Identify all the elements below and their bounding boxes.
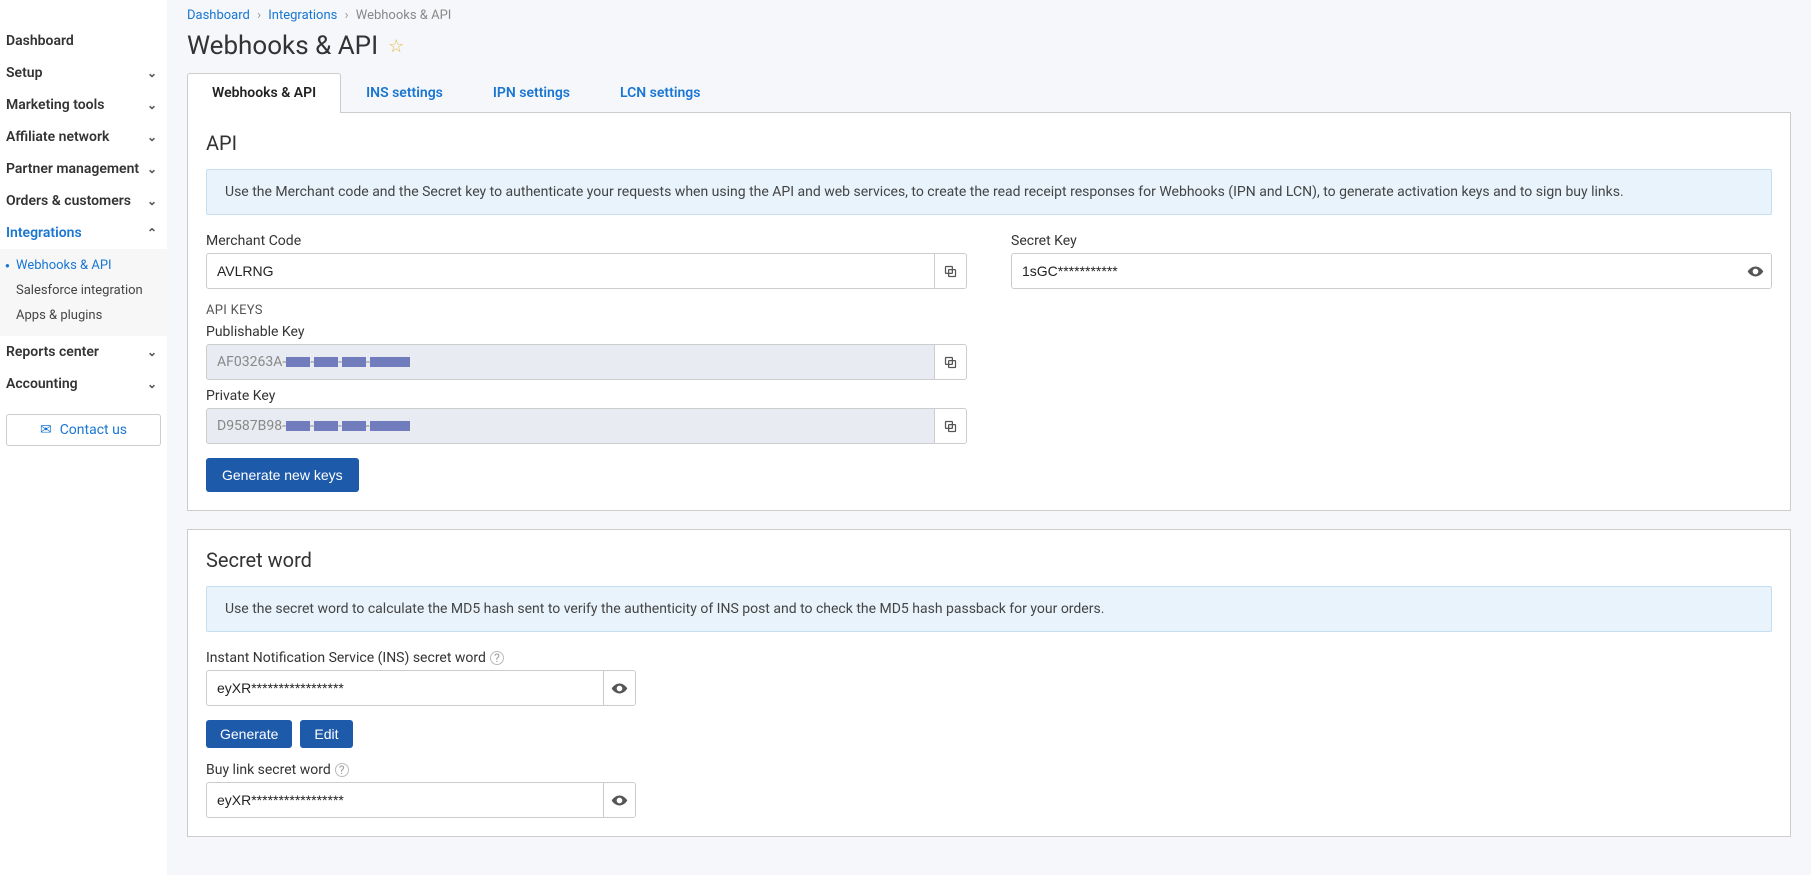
chevron-down-icon: ⌄	[147, 66, 157, 80]
secret-word-section: Secret word Use the secret word to calcu…	[187, 529, 1791, 837]
secret-key-label: Secret Key	[1011, 233, 1772, 249]
sidebar-item-marketing[interactable]: Marketing tools ⌄	[0, 89, 167, 121]
breadcrumb-current: Webhooks & API	[356, 8, 452, 23]
sidebar-subitem-apps[interactable]: Apps & plugins	[0, 303, 167, 328]
breadcrumb-sep: ›	[257, 8, 261, 23]
merchant-code-label: Merchant Code	[206, 233, 967, 249]
eye-icon[interactable]	[1739, 254, 1771, 288]
eye-icon[interactable]	[603, 783, 635, 817]
merchant-code-field	[206, 253, 967, 289]
ins-secret-word-label: Instant Notification Service (INS) secre…	[206, 650, 1772, 666]
ins-secret-word-input[interactable]	[207, 671, 603, 705]
generate-new-keys-button[interactable]: Generate new keys	[206, 458, 359, 492]
api-keys-heading: API KEYS	[206, 303, 967, 318]
publishable-key-label: Publishable Key	[206, 324, 967, 340]
publishable-key-value: AF03263A----	[207, 345, 934, 379]
api-heading: API	[206, 131, 1772, 155]
sidebar-item-label: Setup	[6, 65, 42, 81]
copy-icon[interactable]	[934, 254, 966, 288]
sidebar-item-integrations[interactable]: Integrations ⌃	[0, 217, 167, 249]
copy-icon[interactable]	[934, 345, 966, 379]
mail-icon: ✉	[40, 422, 52, 438]
contact-us-button[interactable]: ✉ Contact us	[6, 414, 161, 446]
sidebar-item-label: Partner management	[6, 161, 139, 177]
secret-key-field	[1011, 253, 1772, 289]
sidebar-item-label: Reports center	[6, 344, 99, 360]
sidebar-item-label: Marketing tools	[6, 97, 104, 113]
chevron-down-icon: ⌄	[147, 194, 157, 208]
publishable-key-field: AF03263A----	[206, 344, 967, 380]
page-title-text: Webhooks & API	[187, 31, 378, 61]
sidebar: Dashboard Setup ⌄ Marketing tools ⌄ Affi…	[0, 0, 167, 875]
page-title: Webhooks & API ☆	[187, 31, 1791, 61]
sidebar-submenu-integrations: Webhooks & API Salesforce integration Ap…	[0, 249, 167, 336]
sidebar-item-orders[interactable]: Orders & customers ⌄	[0, 185, 167, 217]
generate-button[interactable]: Generate	[206, 720, 292, 748]
star-icon[interactable]: ☆	[388, 36, 404, 57]
breadcrumb: Dashboard › Integrations › Webhooks & AP…	[187, 0, 1791, 31]
sidebar-item-affiliate[interactable]: Affiliate network ⌄	[0, 121, 167, 153]
chevron-down-icon: ⌄	[147, 130, 157, 144]
secret-key-input[interactable]	[1012, 254, 1739, 288]
ins-secret-word-field	[206, 670, 636, 706]
sidebar-item-dashboard[interactable]: Dashboard	[0, 25, 167, 57]
buy-link-secret-word-field	[206, 782, 636, 818]
copy-icon[interactable]	[934, 409, 966, 443]
sidebar-item-setup[interactable]: Setup ⌄	[0, 57, 167, 89]
chevron-down-icon: ⌄	[147, 98, 157, 112]
sidebar-item-label: Orders & customers	[6, 193, 131, 209]
sidebar-item-accounting[interactable]: Accounting ⌄	[0, 368, 167, 400]
tabs: Webhooks & API INS settings IPN settings…	[187, 73, 1791, 113]
edit-button[interactable]: Edit	[300, 720, 352, 748]
sidebar-item-label: Integrations	[6, 225, 82, 241]
tab-lcn-settings[interactable]: LCN settings	[595, 73, 725, 112]
merchant-code-input[interactable]	[207, 254, 934, 288]
tab-ins-settings[interactable]: INS settings	[341, 73, 468, 112]
chevron-up-icon: ⌃	[147, 226, 157, 240]
eye-icon[interactable]	[603, 671, 635, 705]
private-key-field: D9587B98----	[206, 408, 967, 444]
contact-us-label: Contact us	[60, 422, 127, 438]
main-content: Dashboard › Integrations › Webhooks & AP…	[167, 0, 1811, 875]
chevron-down-icon: ⌄	[147, 162, 157, 176]
sidebar-subitem-salesforce[interactable]: Salesforce integration	[0, 278, 167, 303]
help-icon[interactable]: ?	[335, 763, 349, 777]
tab-ipn-settings[interactable]: IPN settings	[468, 73, 595, 112]
private-key-label: Private Key	[206, 388, 967, 404]
api-section: API Use the Merchant code and the Secret…	[187, 113, 1791, 511]
chevron-down-icon: ⌄	[147, 345, 157, 359]
breadcrumb-integrations[interactable]: Integrations	[268, 8, 337, 23]
api-info-box: Use the Merchant code and the Secret key…	[206, 169, 1772, 215]
sidebar-item-partner[interactable]: Partner management ⌄	[0, 153, 167, 185]
sidebar-item-label: Affiliate network	[6, 129, 109, 145]
sidebar-subitem-webhooks[interactable]: Webhooks & API	[0, 253, 167, 278]
sidebar-item-label: Accounting	[6, 376, 78, 392]
buy-link-secret-word-label: Buy link secret word ?	[206, 762, 1772, 778]
breadcrumb-sep: ›	[345, 8, 349, 23]
chevron-down-icon: ⌄	[147, 377, 157, 391]
tab-webhooks[interactable]: Webhooks & API	[187, 73, 341, 113]
sidebar-item-label: Dashboard	[6, 33, 74, 49]
sidebar-item-reports[interactable]: Reports center ⌄	[0, 336, 167, 368]
secret-word-heading: Secret word	[206, 548, 1772, 572]
breadcrumb-dashboard[interactable]: Dashboard	[187, 8, 250, 23]
buy-link-secret-word-input[interactable]	[207, 783, 603, 817]
private-key-value: D9587B98----	[207, 409, 934, 443]
help-icon[interactable]: ?	[490, 651, 504, 665]
secret-word-info-box: Use the secret word to calculate the MD5…	[206, 586, 1772, 632]
